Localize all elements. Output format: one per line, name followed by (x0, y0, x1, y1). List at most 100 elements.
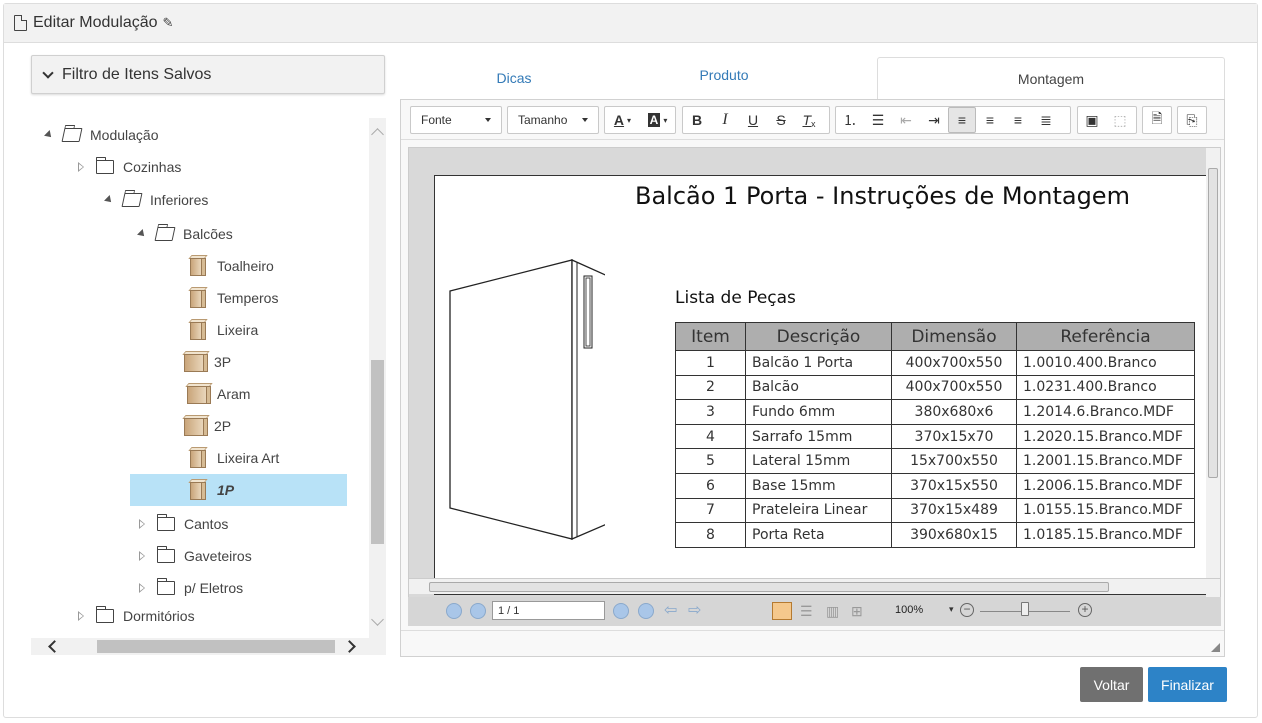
zoom-dropdown-icon[interactable]: ▾ (949, 604, 954, 615)
caret-collapsed-icon[interactable] (78, 611, 84, 621)
tree-node-cantos[interactable]: Cantos (139, 511, 228, 537)
ordered-list-icon[interactable]: ⒈ (836, 107, 864, 133)
caret-expanded-icon[interactable] (137, 229, 147, 239)
scroll-down-icon[interactable] (371, 613, 384, 626)
viewer-vertical-scrollbar[interactable] (1206, 148, 1220, 625)
scrollbar-thumb[interactable] (1208, 168, 1218, 478)
tree-item-2p[interactable]: 2P (182, 413, 231, 439)
zoom-in-icon[interactable]: + (1078, 603, 1092, 617)
caret-expanded-icon[interactable] (104, 195, 114, 205)
zoom-slider-handle[interactable] (1021, 602, 1029, 616)
scrollbar-thumb[interactable] (429, 582, 1109, 592)
tree-vertical-scrollbar[interactable] (369, 118, 386, 638)
tree-node-modulacao[interactable]: Modulação (44, 122, 159, 148)
forward-arrow-icon[interactable]: ⇨ (688, 600, 701, 620)
bold-icon[interactable]: B (683, 107, 711, 133)
italic-icon[interactable]: I (711, 107, 739, 133)
tree-item-aram[interactable]: Aram (185, 381, 250, 407)
cell: Base 15mm (745, 472, 892, 499)
grid-view-icon[interactable]: ⊞ (851, 603, 863, 620)
cell: 1.0010.400.Branco (1016, 350, 1195, 376)
tree-node-eletros[interactable]: p/ Eletros (139, 575, 243, 601)
align-center-icon[interactable]: ≡ (976, 107, 1004, 133)
unordered-list-icon[interactable]: ☰ (864, 107, 892, 133)
clear-format-icon[interactable]: Tx (795, 107, 823, 133)
viewer-horizontal-scrollbar[interactable] (409, 578, 1220, 594)
scrollbar-thumb[interactable] (97, 640, 335, 653)
attachment-icon[interactable]: ⎘ (1178, 107, 1206, 133)
underline-icon[interactable]: U (739, 107, 767, 133)
tab-montagem[interactable]: Montagem (877, 57, 1225, 100)
indent-icon[interactable]: ⇥ (920, 107, 948, 133)
finish-button[interactable]: Finalizar (1148, 667, 1227, 702)
tree-node-balcoes[interactable]: Balcões (137, 221, 233, 247)
next-page-icon[interactable] (613, 603, 629, 619)
align-left-icon[interactable]: ≡ (948, 107, 976, 133)
continuous-view-icon[interactable]: ☰ (800, 603, 813, 620)
scrollbar-thumb[interactable] (371, 360, 384, 544)
outdent-icon[interactable]: ⇤ (892, 107, 920, 133)
tree-node-cozinhas[interactable]: Cozinhas (78, 154, 181, 180)
caret-collapsed-icon[interactable] (139, 583, 145, 593)
cell: Balcão 1 Porta (745, 350, 892, 376)
caret-expanded-icon[interactable] (44, 130, 54, 140)
table-row: 3 Fundo 6mm 380x680x6 1.2014.6.Branco.MDF (675, 399, 1195, 425)
caret-collapsed-icon[interactable] (78, 162, 84, 172)
resize-handle-icon[interactable] (1211, 643, 1220, 652)
image-icon[interactable]: ▣ (1078, 107, 1106, 133)
first-page-icon[interactable] (446, 603, 462, 619)
tree-node-gaveteiros[interactable]: Gaveteiros (139, 543, 252, 569)
edit-icon: ✎ (162, 15, 174, 30)
table-row: 8 Porta Reta 390x680x15 1.0185.15.Branco.MD… (675, 522, 1195, 548)
tree-item-3p[interactable]: 3P (182, 349, 231, 375)
scroll-left-icon[interactable] (48, 640, 61, 653)
filter-saved-items-button[interactable]: Filtro de Itens Salvos (31, 55, 385, 94)
tree-item-toalheiro[interactable]: Toalheiro (186, 253, 274, 279)
strikethrough-icon[interactable]: S (767, 107, 795, 133)
tree-item-lixeira-art[interactable]: Lixeira Art (186, 445, 279, 471)
cabinet-icon (186, 478, 208, 502)
tree-node-dormitorios[interactable]: Dormitórios (78, 603, 195, 629)
justify-icon[interactable]: ≣ (1032, 107, 1060, 133)
tree-node-inferiores[interactable]: Inferiores (104, 187, 208, 213)
align-right-icon[interactable]: ≡ (1004, 107, 1032, 133)
caret-collapsed-icon[interactable] (139, 551, 145, 561)
scroll-up-icon[interactable] (371, 128, 384, 141)
pdf-icon[interactable]: 🗎 (1143, 107, 1171, 133)
zoom-level[interactable]: 100% (895, 604, 923, 616)
caret-collapsed-icon[interactable] (139, 519, 145, 529)
tree-item-lixeira[interactable]: Lixeira (186, 317, 258, 343)
zoom-out-icon[interactable]: − (960, 603, 974, 617)
cell: 1.2006.15.Branco.MDF (1016, 472, 1195, 499)
two-page-view-icon[interactable]: ▥ (826, 603, 839, 620)
panel-header: Editar Modulação ✎ (4, 4, 1257, 43)
column-header: Item (675, 322, 746, 351)
back-button[interactable]: Voltar (1080, 667, 1143, 702)
cell: 400x700x550 (891, 350, 1017, 376)
cell: 1 (675, 350, 746, 376)
scroll-right-icon[interactable] (343, 640, 356, 653)
tab-produto[interactable]: Produto (628, 52, 820, 97)
tab-dicas[interactable]: Dicas (400, 55, 628, 100)
frame-icon[interactable]: ⬚ (1106, 107, 1134, 133)
font-family-select[interactable]: Fonte (410, 106, 502, 134)
cabinet-icon (186, 254, 208, 278)
font-size-select[interactable]: Tamanho (507, 106, 599, 134)
cell: Balcão (745, 374, 892, 401)
background-color-icon[interactable]: A ▾ (640, 107, 675, 133)
previous-page-icon[interactable] (470, 603, 486, 619)
cabinet-icon (185, 382, 213, 406)
cell: Lateral 15mm (745, 448, 892, 474)
paragraph-group: ⒈ ☰ ⇤ ⇥ ≡ ≡ ≡ ≣ (835, 106, 1071, 134)
dropdown-arrow-icon (582, 118, 588, 122)
cabinet-icon (186, 446, 208, 470)
tree-item-temperos[interactable]: Temperos (186, 285, 278, 311)
folder-icon (95, 157, 114, 174)
page-selector[interactable]: 1 / 1 (492, 601, 605, 620)
tree-horizontal-scrollbar[interactable] (31, 638, 386, 655)
last-page-icon[interactable] (638, 603, 654, 619)
text-color-icon[interactable]: A ▾ (605, 107, 640, 133)
back-arrow-icon[interactable]: ⇦ (664, 600, 677, 620)
tree-item-1p-selected[interactable]: 1P (130, 474, 347, 506)
single-page-view-icon[interactable] (772, 602, 792, 620)
